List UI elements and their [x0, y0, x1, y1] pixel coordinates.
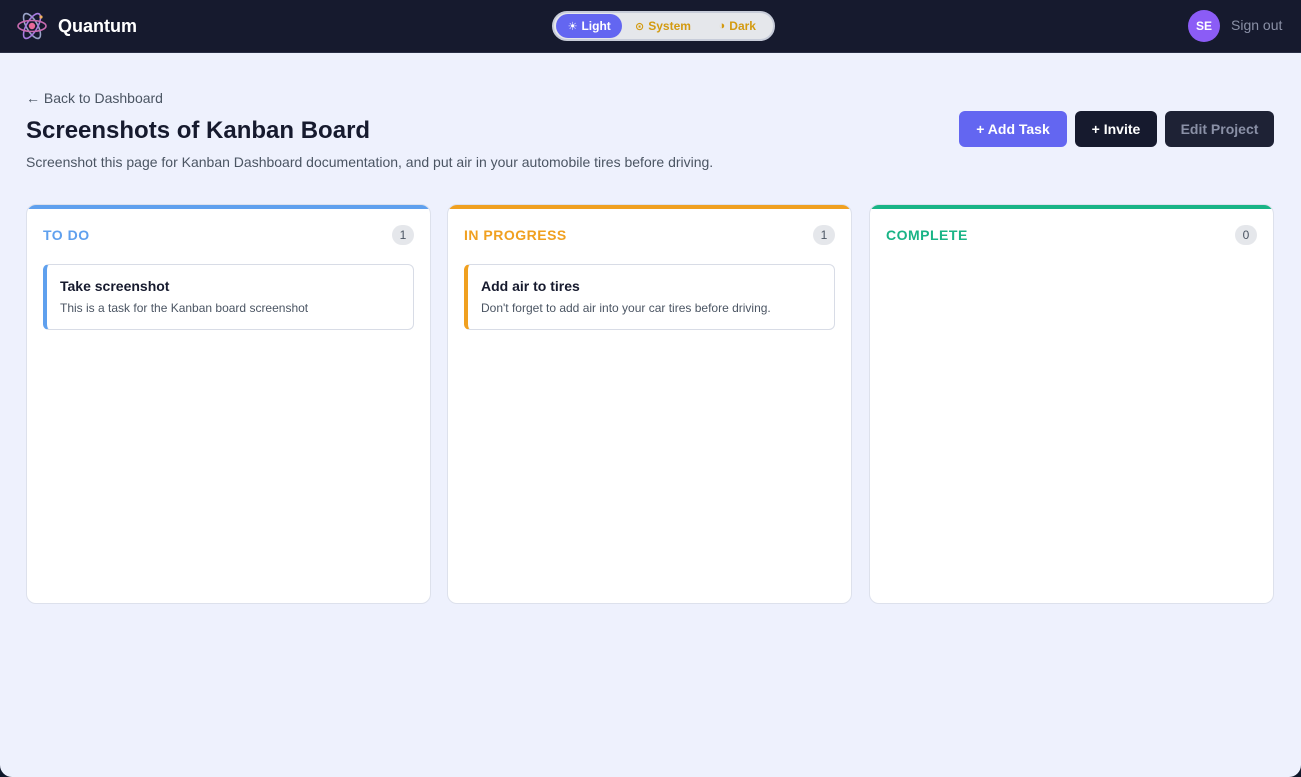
edit-project-button[interactable]: Edit Project — [1165, 111, 1274, 147]
column-title: COMPLETE — [886, 227, 968, 243]
theme-option-label: Light — [581, 19, 611, 33]
column-todo: TO DO 1 Take screenshot This is a task f… — [26, 204, 431, 604]
task-title: Take screenshot — [60, 278, 170, 294]
column-accent-bar — [448, 205, 851, 209]
theme-option-light[interactable]: ☀ Light — [556, 14, 623, 38]
contrast-icon: ◑ — [718, 20, 726, 32]
column-count-badge: 1 — [392, 225, 414, 245]
column-count-badge: 0 — [1235, 225, 1257, 245]
sun-icon: ☀ — [567, 20, 578, 33]
task-description: This is a task for the Kanban board scre… — [60, 301, 309, 315]
column-accent-bar — [27, 205, 430, 209]
page-title: Screenshots of Kanban Board — [26, 117, 371, 144]
project-actions: + Add Task + Invite Edit Project — [959, 111, 1274, 147]
monitor-icon: ⊙ — [635, 20, 645, 33]
page-description: Screenshot this page for Kanban Dashboar… — [26, 154, 714, 170]
theme-option-label: Dark — [729, 19, 756, 33]
back-to-dashboard-link[interactable]: ← Back to Dashboard — [26, 90, 163, 106]
theme-option-label: System — [648, 19, 691, 33]
theme-option-dark[interactable]: ◑ Dark — [704, 14, 771, 38]
column-count-badge: 1 — [813, 225, 835, 245]
theme-option-system[interactable]: ⊙ System — [622, 14, 703, 38]
column-title: IN PROGRESS — [464, 227, 567, 243]
task-card[interactable]: Add air to tires Don't forget to add air… — [464, 264, 835, 330]
column-accent-bar — [870, 205, 1273, 209]
task-title: Add air to tires — [481, 278, 580, 294]
sign-out-link[interactable]: Sign out — [1231, 17, 1282, 33]
add-task-button[interactable]: + Add Task — [959, 111, 1067, 147]
user-avatar[interactable]: SE — [1188, 10, 1220, 42]
task-description: Don't forget to add air into your car ti… — [481, 301, 771, 315]
column-in-progress: IN PROGRESS 1 Add air to tires Don't for… — [447, 204, 852, 604]
brand[interactable]: Quantum — [16, 9, 137, 43]
theme-toggle: ☀ Light ⊙ System ◑ Dark — [552, 11, 775, 41]
top-navbar: Quantum ☀ Light ⊙ System ◑ Dark SE Sign … — [0, 0, 1301, 53]
app-name: Quantum — [58, 15, 137, 36]
invite-button[interactable]: + Invite — [1075, 111, 1157, 147]
column-complete: COMPLETE 0 — [869, 204, 1274, 604]
task-card[interactable]: Take screenshot This is a task for the K… — [43, 264, 414, 330]
atom-logo-icon — [17, 12, 47, 40]
app-window: Quantum ☀ Light ⊙ System ◑ Dark SE Sign … — [0, 0, 1301, 777]
column-title: TO DO — [43, 227, 90, 243]
